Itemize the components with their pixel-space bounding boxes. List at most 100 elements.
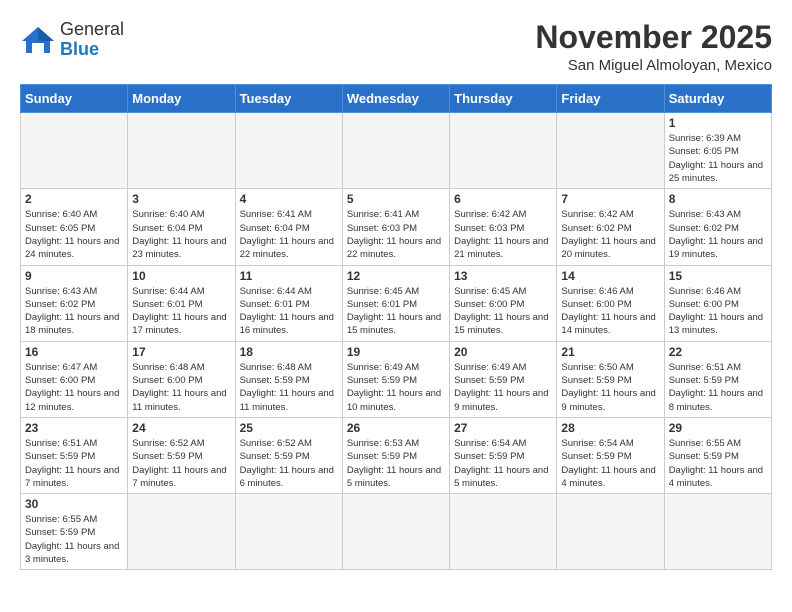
- table-row: 15 Sunrise: 6:46 AM Sunset: 6:00 PM Dayli…: [664, 265, 771, 341]
- calendar-row: 23 Sunrise: 6:51 AM Sunset: 5:59 PM Dayli…: [21, 417, 772, 493]
- table-row: 22Sunrise: 6:51 AM Sunset: 5:59 PM Dayli…: [664, 341, 771, 417]
- day-info: Sunrise: 6:42 AM Sunset: 6:03 PM Dayligh…: [454, 208, 552, 261]
- table-row: [557, 113, 664, 189]
- table-row: 1Sunrise: 6:39 AM Sunset: 6:05 PM Daylig…: [664, 113, 771, 189]
- day-number: 8: [669, 192, 767, 206]
- day-info: Sunrise: 6:44 AM Sunset: 6:01 PM Dayligh…: [240, 285, 338, 338]
- logo-general: General: [60, 19, 124, 39]
- calendar-table: Sunday Monday Tuesday Wednesday Thursday…: [20, 84, 772, 570]
- header-friday: Friday: [557, 85, 664, 113]
- day-number: 7: [561, 192, 659, 206]
- table-row: [342, 494, 449, 570]
- day-number: 16: [25, 345, 123, 359]
- table-row: [21, 113, 128, 189]
- day-number: 10: [132, 269, 230, 283]
- day-info: Sunrise: 6:51 AM Sunset: 5:59 PM Dayligh…: [25, 437, 123, 490]
- table-row: 4 Sunrise: 6:41 AM Sunset: 6:04 PM Daylig…: [235, 189, 342, 265]
- day-info: Sunrise: 6:49 AM Sunset: 5:59 PM Dayligh…: [454, 361, 552, 414]
- header-wednesday: Wednesday: [342, 85, 449, 113]
- day-number: 20: [454, 345, 552, 359]
- table-row: 2 Sunrise: 6:40 AM Sunset: 6:05 PM Daylig…: [21, 189, 128, 265]
- day-info: Sunrise: 6:54 AM Sunset: 5:59 PM Dayligh…: [454, 437, 552, 490]
- day-info: Sunrise: 6:53 AM Sunset: 5:59 PM Dayligh…: [347, 437, 445, 490]
- day-info: Sunrise: 6:40 AM Sunset: 6:05 PM Dayligh…: [25, 208, 123, 261]
- day-info: Sunrise: 6:41 AM Sunset: 6:04 PM Dayligh…: [240, 208, 338, 261]
- day-info: Sunrise: 6:52 AM Sunset: 5:59 PM Dayligh…: [132, 437, 230, 490]
- table-row: 7 Sunrise: 6:42 AM Sunset: 6:02 PM Daylig…: [557, 189, 664, 265]
- table-row: 12Sunrise: 6:45 AM Sunset: 6:01 PM Dayli…: [342, 265, 449, 341]
- day-info: Sunrise: 6:45 AM Sunset: 6:00 PM Dayligh…: [454, 285, 552, 338]
- logo-blue: Blue: [60, 39, 99, 59]
- month-title: November 2025: [535, 20, 772, 55]
- day-number: 25: [240, 421, 338, 435]
- day-info: Sunrise: 6:55 AM Sunset: 5:59 PM Dayligh…: [669, 437, 767, 490]
- day-number: 13: [454, 269, 552, 283]
- day-number: 4: [240, 192, 338, 206]
- day-number: 26: [347, 421, 445, 435]
- table-row: 9Sunrise: 6:43 AM Sunset: 6:02 PM Daylig…: [21, 265, 128, 341]
- day-info: Sunrise: 6:42 AM Sunset: 6:02 PM Dayligh…: [561, 208, 659, 261]
- day-number: 2: [25, 192, 123, 206]
- day-number: 28: [561, 421, 659, 435]
- day-number: 1: [669, 116, 767, 130]
- day-info: Sunrise: 6:52 AM Sunset: 5:59 PM Dayligh…: [240, 437, 338, 490]
- day-number: 22: [669, 345, 767, 359]
- day-info: Sunrise: 6:48 AM Sunset: 6:00 PM Dayligh…: [132, 361, 230, 414]
- table-row: 18Sunrise: 6:48 AM Sunset: 5:59 PM Dayli…: [235, 341, 342, 417]
- day-info: Sunrise: 6:43 AM Sunset: 6:02 PM Dayligh…: [25, 285, 123, 338]
- day-number: 23: [25, 421, 123, 435]
- day-number: 29: [669, 421, 767, 435]
- day-number: 6: [454, 192, 552, 206]
- table-row: 23 Sunrise: 6:51 AM Sunset: 5:59 PM Dayli…: [21, 417, 128, 493]
- header-tuesday: Tuesday: [235, 85, 342, 113]
- table-row: 13 Sunrise: 6:45 AM Sunset: 6:00 PM Dayli…: [450, 265, 557, 341]
- page-header: General Blue November 2025 San Miguel Al…: [20, 20, 772, 74]
- header-monday: Monday: [128, 85, 235, 113]
- table-row: [235, 113, 342, 189]
- table-row: 8Sunrise: 6:43 AM Sunset: 6:02 PM Daylig…: [664, 189, 771, 265]
- table-row: 6 Sunrise: 6:42 AM Sunset: 6:03 PM Daylig…: [450, 189, 557, 265]
- table-row: 26 Sunrise: 6:53 AM Sunset: 5:59 PM Dayli…: [342, 417, 449, 493]
- table-row: [235, 494, 342, 570]
- day-number: 5: [347, 192, 445, 206]
- day-info: Sunrise: 6:48 AM Sunset: 5:59 PM Dayligh…: [240, 361, 338, 414]
- weekday-header-row: Sunday Monday Tuesday Wednesday Thursday…: [21, 85, 772, 113]
- table-row: 20 Sunrise: 6:49 AM Sunset: 5:59 PM Dayli…: [450, 341, 557, 417]
- table-row: 10 Sunrise: 6:44 AM Sunset: 6:01 PM Dayli…: [128, 265, 235, 341]
- table-row: 30Sunrise: 6:55 AM Sunset: 5:59 PM Dayli…: [21, 494, 128, 570]
- day-number: 30: [25, 497, 123, 511]
- calendar-row: 16Sunrise: 6:47 AM Sunset: 6:00 PM Dayli…: [21, 341, 772, 417]
- day-info: Sunrise: 6:49 AM Sunset: 5:59 PM Dayligh…: [347, 361, 445, 414]
- day-number: 3: [132, 192, 230, 206]
- calendar-row: 2 Sunrise: 6:40 AM Sunset: 6:05 PM Daylig…: [21, 189, 772, 265]
- table-row: 28 Sunrise: 6:54 AM Sunset: 5:59 PM Dayli…: [557, 417, 664, 493]
- table-row: 29 Sunrise: 6:55 AM Sunset: 5:59 PM Dayli…: [664, 417, 771, 493]
- logo-text: General Blue: [60, 20, 124, 60]
- table-row: [128, 494, 235, 570]
- day-number: 15: [669, 269, 767, 283]
- table-row: 11 Sunrise: 6:44 AM Sunset: 6:01 PM Dayli…: [235, 265, 342, 341]
- day-number: 11: [240, 269, 338, 283]
- day-info: Sunrise: 6:40 AM Sunset: 6:04 PM Dayligh…: [132, 208, 230, 261]
- table-row: [664, 494, 771, 570]
- table-row: 17 Sunrise: 6:48 AM Sunset: 6:00 PM Dayli…: [128, 341, 235, 417]
- day-info: Sunrise: 6:41 AM Sunset: 6:03 PM Dayligh…: [347, 208, 445, 261]
- day-number: 17: [132, 345, 230, 359]
- table-row: 5 Sunrise: 6:41 AM Sunset: 6:03 PM Daylig…: [342, 189, 449, 265]
- table-row: 27 Sunrise: 6:54 AM Sunset: 5:59 PM Dayli…: [450, 417, 557, 493]
- day-info: Sunrise: 6:44 AM Sunset: 6:01 PM Dayligh…: [132, 285, 230, 338]
- calendar-row: 9Sunrise: 6:43 AM Sunset: 6:02 PM Daylig…: [21, 265, 772, 341]
- day-info: Sunrise: 6:46 AM Sunset: 6:00 PM Dayligh…: [669, 285, 767, 338]
- table-row: 14Sunrise: 6:46 AM Sunset: 6:00 PM Dayli…: [557, 265, 664, 341]
- table-row: 16Sunrise: 6:47 AM Sunset: 6:00 PM Dayli…: [21, 341, 128, 417]
- table-row: [128, 113, 235, 189]
- table-row: [342, 113, 449, 189]
- header-saturday: Saturday: [664, 85, 771, 113]
- table-row: 19 Sunrise: 6:49 AM Sunset: 5:59 PM Dayli…: [342, 341, 449, 417]
- header-thursday: Thursday: [450, 85, 557, 113]
- logo-icon: [20, 25, 56, 55]
- day-number: 19: [347, 345, 445, 359]
- day-info: Sunrise: 6:54 AM Sunset: 5:59 PM Dayligh…: [561, 437, 659, 490]
- day-number: 27: [454, 421, 552, 435]
- logo: General Blue: [20, 20, 124, 60]
